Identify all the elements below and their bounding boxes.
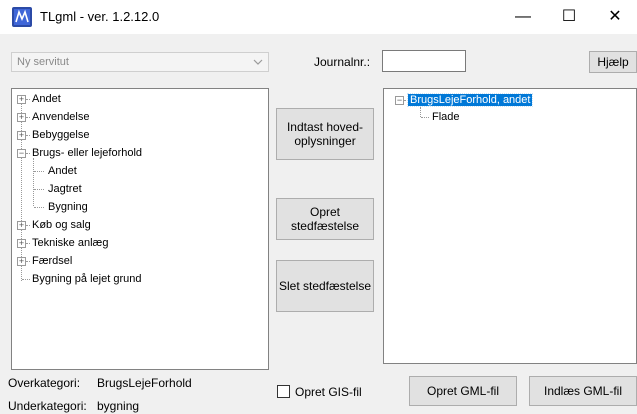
- tree-guide-line: [420, 107, 421, 117]
- tree-subitem-jagtret[interactable]: Jagtret: [48, 182, 82, 196]
- tree-connector: [22, 279, 30, 280]
- app-window: TLgml - ver. 1.2.12.0 — ☐ ✕ Ny servitut …: [0, 0, 637, 414]
- tree-connector: [26, 117, 30, 118]
- tree-connector: [26, 225, 30, 226]
- expand-icon[interactable]: +: [17, 257, 26, 266]
- expand-icon[interactable]: +: [17, 221, 26, 230]
- window-title: TLgml - ver. 1.2.12.0: [40, 9, 160, 24]
- overkategori-label: Overkategori:: [8, 376, 81, 390]
- tree-item-brugs-lejeforhold[interactable]: Brugs- eller lejeforhold: [32, 146, 142, 160]
- opret-gis-fil-label[interactable]: Opret GIS-fil: [295, 385, 362, 399]
- tree-connector: [26, 153, 30, 154]
- tree-item-koeb-salg[interactable]: Køb og salg: [32, 218, 91, 232]
- servitut-dropdown-value: Ny servitut: [17, 56, 69, 68]
- help-button[interactable]: Hjælp: [589, 51, 637, 73]
- opret-gml-fil-button[interactable]: Opret GML-fil: [409, 376, 517, 406]
- underkategori-value: bygning: [97, 399, 140, 413]
- maximize-button[interactable]: ☐: [546, 0, 592, 34]
- tree-connector: [26, 135, 30, 136]
- tree-subitem-andet[interactable]: Andet: [48, 164, 77, 178]
- expand-icon[interactable]: +: [17, 113, 26, 122]
- journal-input[interactable]: [382, 50, 466, 72]
- underkategori-label: Underkategori:: [8, 399, 87, 413]
- tree-item-bygning-lejet-grund[interactable]: Bygning på lejet grund: [32, 272, 141, 286]
- tree-item-anvendelse[interactable]: Anvendelse: [32, 110, 90, 124]
- tree-connector: [421, 117, 429, 118]
- collapse-icon[interactable]: −: [395, 96, 404, 105]
- indlaes-gml-fil-button[interactable]: Indlæs GML-fil: [529, 376, 637, 406]
- title-bar[interactable]: TLgml - ver. 1.2.12.0 — ☐ ✕: [0, 0, 637, 34]
- tree-connector: [26, 243, 30, 244]
- tree-item-faerdsel[interactable]: Færdsel: [32, 254, 72, 268]
- slet-stedfaestelse-button[interactable]: Slet stedfæstelse: [276, 260, 374, 312]
- tree-connector: [34, 189, 44, 190]
- servitut-dropdown[interactable]: Ny servitut: [11, 52, 269, 72]
- tree-guide-line: [33, 158, 34, 206]
- tree-item-andet[interactable]: Andet: [32, 92, 61, 106]
- minimize-button[interactable]: —: [500, 0, 546, 34]
- overkategori-value: BrugsLejeForhold: [97, 376, 192, 390]
- tree-item-tekniske-anlaeg[interactable]: Tekniske anlæg: [32, 236, 108, 250]
- category-tree[interactable]: + Andet + Anvendelse + Bebyggelse − Brug…: [11, 88, 269, 370]
- app-logo-icon: [12, 7, 32, 27]
- result-tree-child-flade[interactable]: Flade: [432, 110, 460, 124]
- indtast-hovedoplysninger-button[interactable]: Indtast hoved-oplysninger: [276, 108, 374, 160]
- journal-label: Journalnr.:: [314, 55, 371, 69]
- expand-icon[interactable]: +: [17, 95, 26, 104]
- collapse-icon[interactable]: −: [17, 149, 26, 158]
- tree-connector: [34, 171, 44, 172]
- tree-connector: [26, 99, 30, 100]
- result-tree[interactable]: − BrugsLejeForhold, andet Flade: [383, 88, 637, 364]
- opret-stedfaestelse-button[interactable]: Opret stedfæstelse: [276, 198, 374, 240]
- tree-item-bebyggelse[interactable]: Bebyggelse: [32, 128, 90, 142]
- tree-connector: [26, 261, 30, 262]
- tree-guide-line: [21, 99, 22, 281]
- expand-icon[interactable]: +: [17, 131, 26, 140]
- chevron-down-icon: [253, 59, 263, 65]
- expand-icon[interactable]: +: [17, 239, 26, 248]
- close-button[interactable]: ✕: [592, 0, 637, 34]
- result-tree-root-label: BrugsLejeForhold, andet: [406, 93, 534, 107]
- result-tree-root[interactable]: BrugsLejeForhold, andet: [406, 93, 534, 107]
- opret-gis-fil-checkbox[interactable]: [277, 385, 290, 398]
- tree-subitem-bygning[interactable]: Bygning: [48, 200, 88, 214]
- tree-connector: [34, 207, 44, 208]
